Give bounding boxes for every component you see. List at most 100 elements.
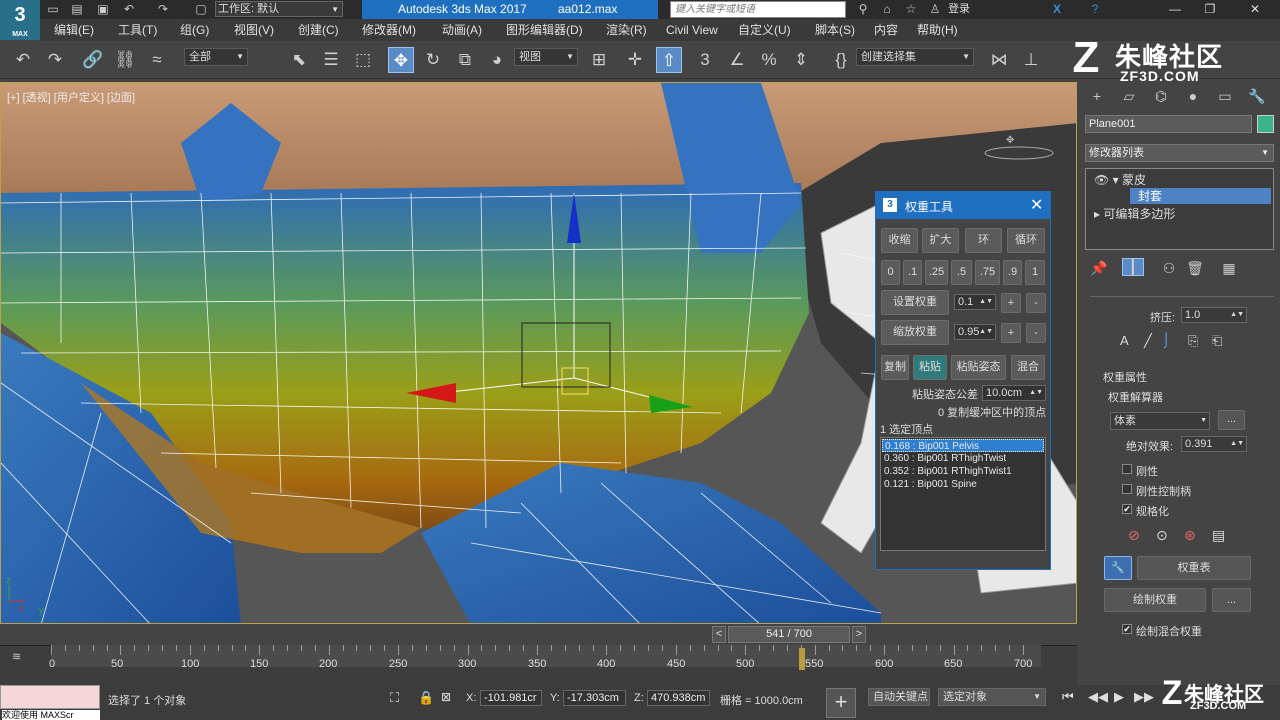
menu-scripting[interactable]: 脚本(S) (815, 19, 855, 41)
redo-icon[interactable]: ↷ (42, 47, 68, 73)
select-excluded-icon[interactable]: ⊛ (1184, 527, 1196, 544)
pin-stack-icon[interactable]: 📌 (1088, 260, 1110, 278)
minimize-button[interactable]: — (1160, 0, 1190, 19)
curve-editor-icon[interactable]: ≋ (12, 650, 21, 663)
rect-selection-icon[interactable]: ⬚ (350, 47, 376, 73)
paint-blend-checkbox[interactable]: ✔ (1122, 624, 1132, 634)
project-folder-icon[interactable]: ▢ (194, 2, 208, 16)
select-by-name-icon[interactable]: ☰ (318, 47, 344, 73)
modifier-list-dropdown[interactable]: 修改器列表 ▼ (1085, 144, 1274, 162)
weight-table-icon[interactable]: ▤ (1212, 527, 1225, 544)
align-icon[interactable]: ⊥ (1018, 47, 1044, 73)
show-end-result-icon[interactable]: ┃ (1122, 258, 1144, 276)
exchange-icon[interactable]: X (1050, 2, 1064, 16)
rigid-handles-checkbox[interactable] (1122, 484, 1132, 494)
menu-modifiers[interactable]: 修改器(M) (362, 19, 416, 41)
list-item[interactable]: 0.352 : Bip001 RThighTwist1 (882, 465, 1044, 478)
menu-customize[interactable]: 自定义(U) (738, 19, 791, 41)
selected-object-dropdown[interactable]: 选定对象 ▼ (938, 688, 1046, 706)
stack-item-editable-poly[interactable]: ▸ 可编辑多边形 (1086, 206, 1273, 222)
help-icon[interactable]: ? (1088, 2, 1102, 16)
communication-center-icon[interactable]: ⌂ (880, 2, 894, 16)
undo-small-icon[interactable]: ↶ (122, 2, 136, 16)
time-slider[interactable]: < 541 / 700 > (712, 626, 866, 643)
solver-options-button[interactable]: ... (1218, 410, 1245, 430)
select-object-icon[interactable]: ⬉ (286, 47, 312, 73)
scale-minus-button[interactable]: - (1026, 323, 1046, 343)
binoculars-icon[interactable]: ⚲ (856, 2, 870, 16)
weight-tool-toggle-icon[interactable]: 🔧 (1104, 556, 1132, 580)
set-weight-button[interactable]: 设置权重 (881, 290, 949, 315)
menu-create[interactable]: 创建(C) (298, 19, 339, 41)
move-icon[interactable]: ✥ (388, 47, 414, 73)
create-tab-icon[interactable]: + (1086, 88, 1108, 106)
menu-edit[interactable]: 编辑(E) (54, 19, 94, 41)
bind-space-warp-icon[interactable]: ≈ (144, 47, 170, 73)
z-coordinate-field[interactable]: 470.938cm (647, 690, 710, 706)
x-coordinate-field[interactable]: -101.981cr (480, 690, 542, 706)
select-manipulate-icon[interactable]: ✛ (622, 47, 648, 73)
mirror-icon[interactable]: ⋈ (986, 47, 1012, 73)
favorites-star-icon[interactable]: ☆ (904, 2, 918, 16)
lock-selection-icon[interactable]: 🔒 (418, 690, 434, 706)
pivot-center-icon[interactable]: ⊞ (586, 47, 612, 73)
preset-0-button[interactable]: 0 (881, 260, 900, 285)
preset-0-9-button[interactable]: .9 (1003, 260, 1022, 285)
ref-coord-dropdown[interactable]: 视图 ▼ (514, 48, 578, 66)
app-logo-button[interactable]: 3 MAX (0, 0, 40, 40)
prev-key-icon[interactable]: ◀◀ (1088, 689, 1108, 705)
motion-tab-icon[interactable]: ● (1182, 88, 1204, 106)
preset-0-75-button[interactable]: .75 (975, 260, 1000, 285)
menu-graph-editors[interactable]: 图形编辑器(D) (506, 19, 583, 41)
object-name-field[interactable]: Plane001 (1085, 115, 1252, 133)
user-icon[interactable]: ♙ (928, 2, 942, 16)
add-time-tag-icon[interactable]: + (826, 688, 856, 718)
search-input[interactable]: 键入关键字或短语 (670, 1, 846, 18)
stack-item-envelope[interactable]: 封套 (1130, 188, 1271, 204)
paste-tolerance-spinner[interactable]: 10.0cm ▲▼ (982, 385, 1046, 401)
menu-content[interactable]: 内容 (874, 19, 898, 41)
paste-pos-button[interactable]: 粘贴姿态 (951, 355, 1006, 380)
copy-button[interactable]: 复制 (881, 355, 909, 380)
shrink-button[interactable]: 收缩 (881, 228, 918, 253)
unlink-icon[interactable]: ⛓ (112, 47, 138, 73)
weight-solver-dropdown[interactable]: 体素 ▼ (1110, 412, 1210, 430)
isolate-selection-icon[interactable]: ⛶ (390, 690, 399, 706)
preset-1-button[interactable]: 1 (1025, 260, 1045, 285)
go-to-start-icon[interactable]: ⏮ (1062, 689, 1074, 705)
modify-tab-icon[interactable]: ▱ (1118, 88, 1140, 106)
plus-button[interactable]: + (1001, 293, 1021, 313)
undo-icon[interactable]: ↶ (10, 47, 36, 73)
display-tab-icon[interactable]: ▭ (1214, 88, 1236, 106)
next-key-icon[interactable]: ▶▶ (1134, 689, 1154, 705)
timeline-track[interactable]: 0 50 100 150 200 250 300 350 400 450 500… (49, 645, 1041, 670)
rotate-icon[interactable]: ↻ (420, 47, 446, 73)
grow-button[interactable]: 扩大 (922, 228, 959, 253)
next-frame-icon[interactable]: > (852, 626, 866, 643)
scale-plus-button[interactable]: + (1001, 323, 1021, 343)
preset-0-5-button[interactable]: .5 (951, 260, 972, 285)
close-window-button[interactable]: ✕ (1240, 0, 1270, 19)
squash-spinner[interactable]: 1.0 ▲▼ (1181, 307, 1247, 323)
current-frame-marker[interactable] (799, 648, 806, 670)
stack-item-skin[interactable]: 👁 ▾ 蒙皮 (1086, 172, 1273, 188)
blend-button[interactable]: 混合 (1011, 355, 1045, 380)
place-icon[interactable]: ◕ (484, 47, 510, 73)
ring-button[interactable]: 环 (965, 228, 1002, 253)
paste-envelope-icon[interactable]: ⎗ (1212, 333, 1222, 349)
save-file-icon[interactable]: ▣ (96, 2, 110, 16)
list-item[interactable]: 0.168 : Bip001 Pelvis (882, 439, 1044, 452)
envelope-curve-icon[interactable]: ⌡ (1162, 331, 1170, 347)
angle-snap-icon[interactable]: ∠ (724, 47, 750, 73)
set-weight-spinner[interactable]: 0.1 ▲▼ (954, 294, 996, 310)
menu-help[interactable]: 帮助(H) (917, 19, 958, 41)
viewport-label[interactable]: [+] [透视] [用户定义] [边面] (7, 89, 135, 105)
restore-button[interactable]: ❐ (1195, 0, 1225, 19)
weight-table-button[interactable]: 权重表 (1137, 556, 1251, 580)
spinner-snap-icon[interactable]: ⇕ (788, 47, 814, 73)
new-file-icon[interactable]: ▭ (46, 2, 60, 16)
login-link[interactable]: 登录 (948, 0, 970, 19)
menu-views[interactable]: 视图(V) (234, 19, 274, 41)
close-icon[interactable]: ✕ (1030, 195, 1043, 215)
copy-envelope-icon[interactable]: ⎘ (1188, 333, 1198, 349)
